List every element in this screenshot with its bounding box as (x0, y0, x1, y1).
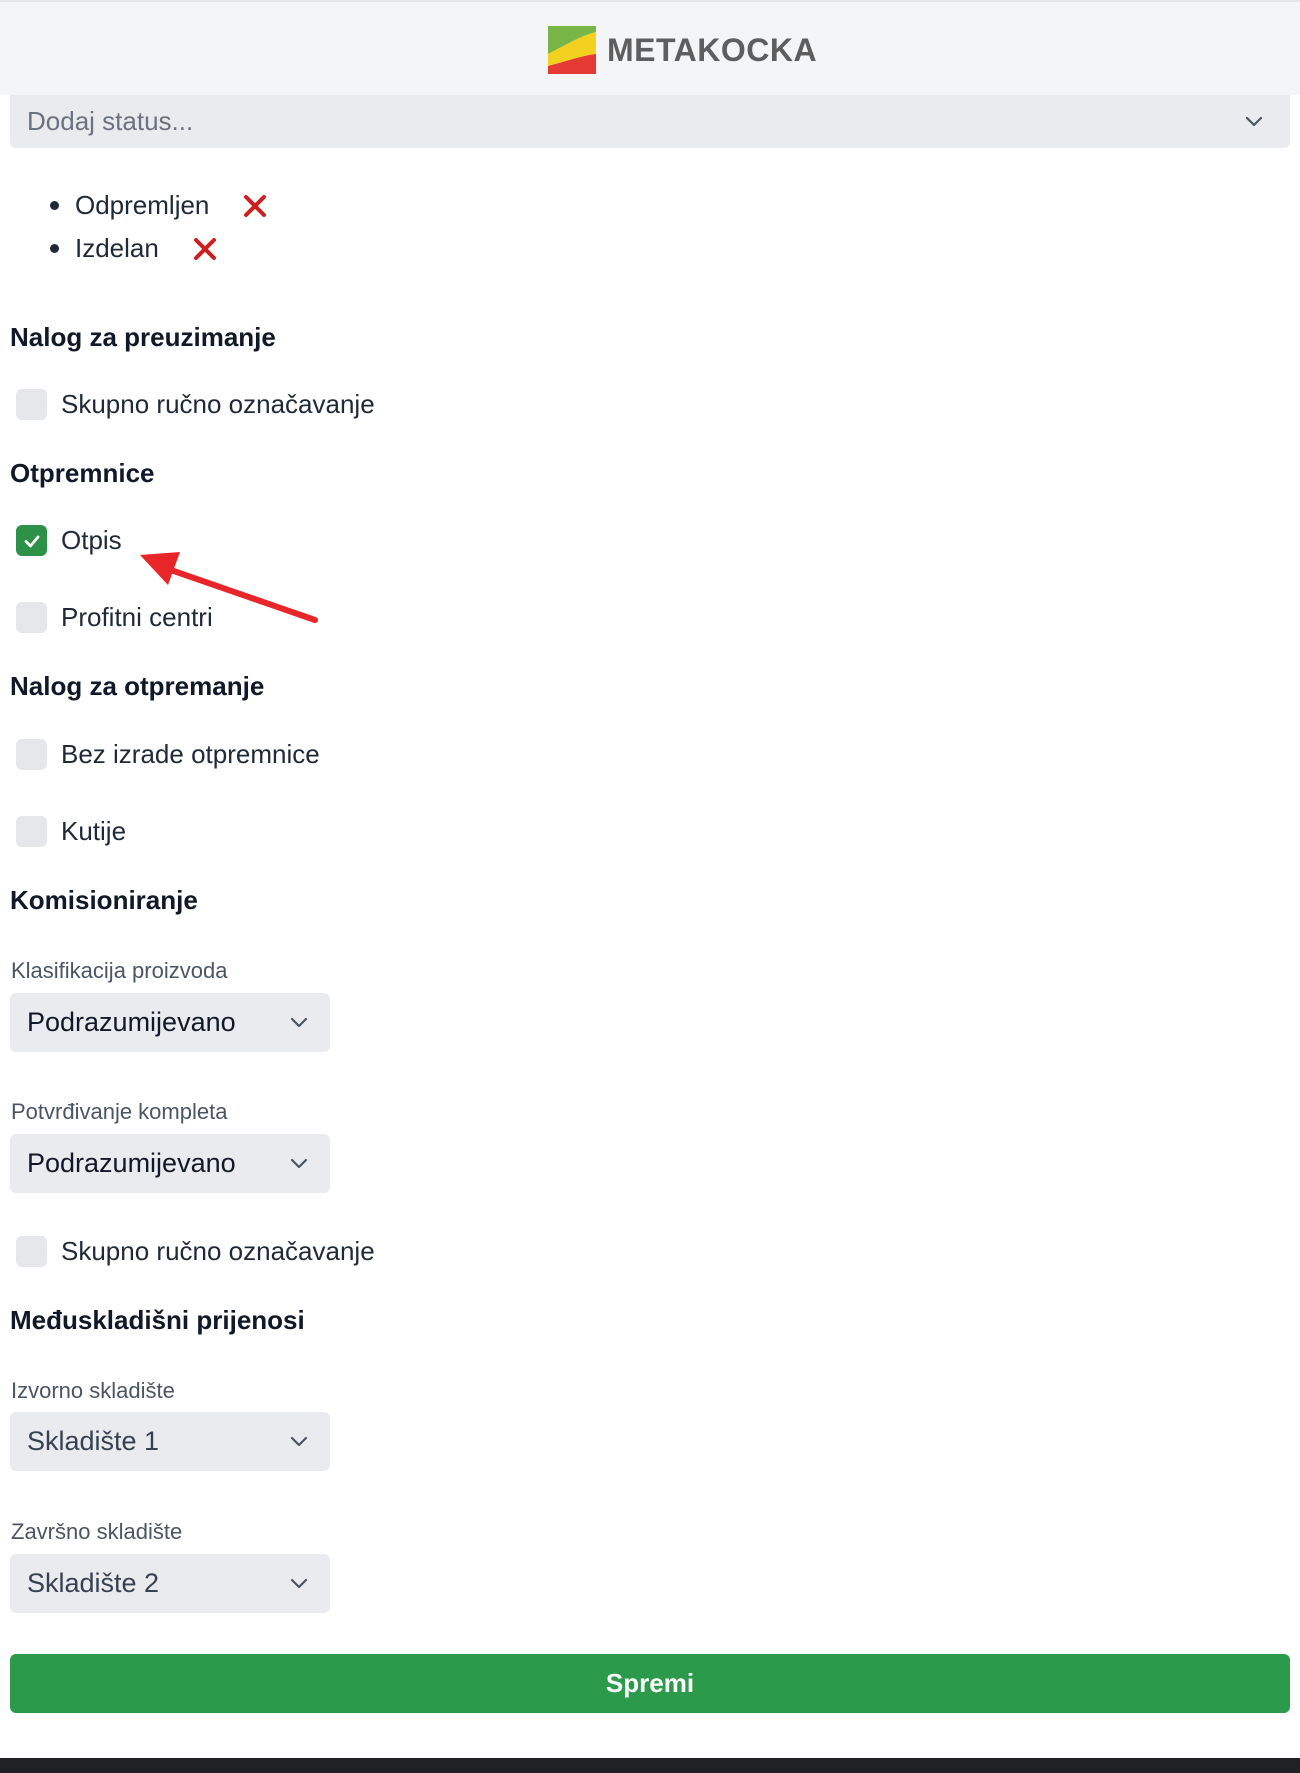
metakocka-logo-icon (548, 26, 596, 74)
chevron-down-icon (1242, 109, 1266, 133)
checkbox-label: Kutije (61, 816, 127, 846)
no-delivery-note-checkbox[interactable]: Bez izrade otpremnice (16, 739, 320, 770)
checkbox-icon[interactable] (16, 1236, 47, 1267)
picking-bulk-manual-checkbox[interactable]: Skupno ručno označavanje (16, 1236, 375, 1267)
classification-label: Klasifikacija proizvoda (11, 958, 228, 983)
pickup-bulk-manual-checkbox[interactable]: Skupno ručno označavanje (16, 389, 375, 420)
profit-centers-checkbox[interactable]: Profitni centri (16, 602, 213, 633)
classification-select[interactable]: Podrazumijevano (10, 993, 330, 1052)
boxes-checkbox[interactable]: Kutije (16, 816, 126, 847)
section-title-picking: Komisioniranje (10, 885, 198, 915)
checkbox-label: Otpis (61, 525, 122, 555)
checkbox-label: Bez izrade otpremnice (61, 739, 320, 769)
status-label: Izdelan (75, 233, 159, 263)
classification-value: Podrazumijevano (27, 1007, 236, 1037)
writeoff-checkbox[interactable]: Otpis (16, 525, 122, 556)
metakocka-logo[interactable]: METAKOCKA (546, 24, 817, 76)
kit-confirmation-select[interactable]: Podrazumijevano (10, 1134, 330, 1193)
chevron-down-icon (287, 1571, 311, 1595)
status-list: Odpremljen Izdelan (50, 184, 268, 270)
checkbox-icon[interactable] (16, 739, 47, 770)
bottom-bar (0, 1758, 1300, 1773)
list-item: Odpremljen (50, 184, 268, 227)
remove-status-icon[interactable] (192, 236, 218, 262)
target-warehouse-select[interactable]: Skladište 2 (10, 1554, 330, 1613)
checkbox-label: Profitni centri (61, 602, 213, 632)
add-status-select[interactable]: Dodaj status... (10, 95, 1290, 148)
checkbox-icon[interactable] (16, 602, 47, 633)
chevron-down-icon (287, 1010, 311, 1034)
chevron-down-icon (287, 1429, 311, 1453)
remove-status-icon[interactable] (242, 193, 268, 219)
checkbox-checked-icon[interactable] (16, 525, 47, 556)
section-title-shipping: Nalog za otpremanje (10, 671, 265, 701)
kit-confirmation-value: Podrazumijevano (27, 1148, 236, 1178)
source-warehouse-value: Skladište 1 (27, 1426, 160, 1456)
checkbox-label: Skupno ručno označavanje (61, 1236, 375, 1266)
chevron-down-icon (287, 1151, 311, 1175)
section-title-pickup: Nalog za preuzimanje (10, 322, 276, 352)
checkbox-icon[interactable] (16, 816, 47, 847)
target-warehouse-label: Završno skladište (11, 1519, 183, 1544)
bullet-icon (50, 201, 59, 210)
list-item: Izdelan (50, 227, 268, 270)
target-warehouse-value: Skladište 2 (27, 1568, 160, 1598)
section-title-transfers: Međuskladišni prijenosi (10, 1305, 305, 1335)
save-button[interactable]: Spremi (10, 1654, 1290, 1713)
app-header: METAKOCKA (0, 0, 1300, 95)
checkbox-label: Skupno ručno označavanje (61, 389, 375, 419)
source-warehouse-label: Izvorno skladište (11, 1378, 175, 1403)
add-status-placeholder: Dodaj status... (27, 106, 194, 136)
source-warehouse-select[interactable]: Skladište 1 (10, 1412, 330, 1471)
bullet-icon (50, 244, 59, 253)
section-title-delivery-notes: Otpremnice (10, 458, 155, 488)
checkbox-icon[interactable] (16, 389, 47, 420)
status-label: Odpremljen (75, 190, 210, 220)
logo-text: METAKOCKA (607, 31, 818, 68)
kit-confirmation-label: Potvrđivanje kompleta (11, 1099, 228, 1124)
